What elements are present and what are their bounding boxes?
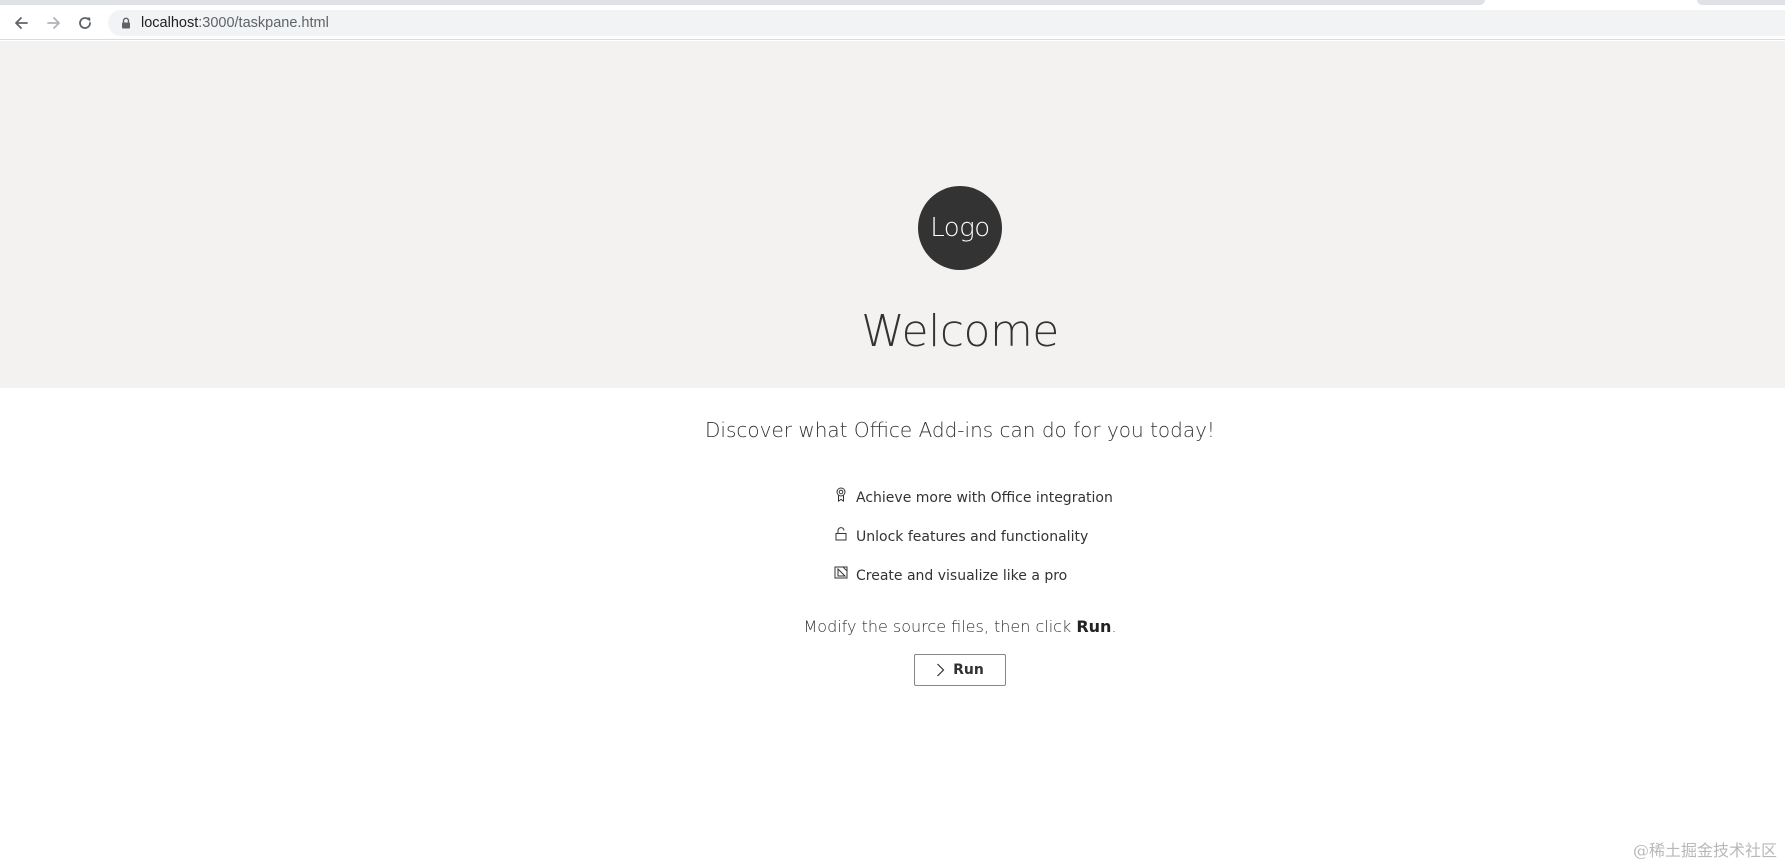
- url-host: localhost: [141, 15, 199, 31]
- list-item: Unlock features and functionality: [834, 517, 1113, 556]
- watermark: @稀土掘金技术社区: [1632, 841, 1777, 860]
- design-icon: [834, 565, 848, 581]
- address-bar[interactable]: localhost:3000/taskpane.html: [108, 10, 1785, 36]
- arrow-right-icon: [47, 17, 60, 29]
- welcome-title: Welcome: [861, 306, 1059, 357]
- welcome-header: Logo Welcome: [0, 41, 1785, 388]
- feature-label: Create and visualize like a pro: [856, 567, 1068, 584]
- ribbon-icon: [834, 487, 848, 503]
- run-button-label: Run: [953, 662, 984, 678]
- url-path: :3000/taskpane.html: [198, 15, 329, 31]
- run-button[interactable]: Run: [914, 654, 1006, 686]
- instructions-prefix: Modify the source files, then click: [803, 617, 1077, 636]
- subtitle: Discover what Office Add-ins can do for …: [705, 418, 1215, 442]
- lock-icon[interactable]: [120, 17, 132, 29]
- list-item: Create and visualize like a pro: [834, 556, 1113, 595]
- chevron-right-icon: [936, 663, 945, 677]
- instructions: Modify the source files, then click Run.: [0, 617, 1785, 636]
- instructions-run-bold: Run: [1076, 617, 1112, 636]
- main-content: Discover what Office Add-ins can do for …: [0, 388, 1785, 866]
- back-button[interactable]: [9, 11, 33, 35]
- feature-label: Achieve more with Office integration: [856, 489, 1113, 506]
- feature-list: Achieve more with Office integration Unl…: [834, 478, 1113, 595]
- url-text[interactable]: localhost:3000/taskpane.html: [141, 15, 329, 31]
- unlock-icon: [834, 526, 848, 542]
- reload-button[interactable]: [73, 11, 97, 35]
- feature-label: Unlock features and functionality: [856, 528, 1089, 545]
- logo: Logo: [918, 186, 1002, 270]
- browser-toolbar: localhost:3000/taskpane.html: [0, 5, 1785, 40]
- list-item: Achieve more with Office integration: [834, 478, 1113, 517]
- reload-icon: [79, 17, 91, 29]
- logo-text: Logo: [930, 213, 990, 243]
- arrow-left-icon: [15, 17, 28, 29]
- forward-button[interactable]: [42, 11, 66, 35]
- instructions-suffix: .: [1111, 617, 1117, 636]
